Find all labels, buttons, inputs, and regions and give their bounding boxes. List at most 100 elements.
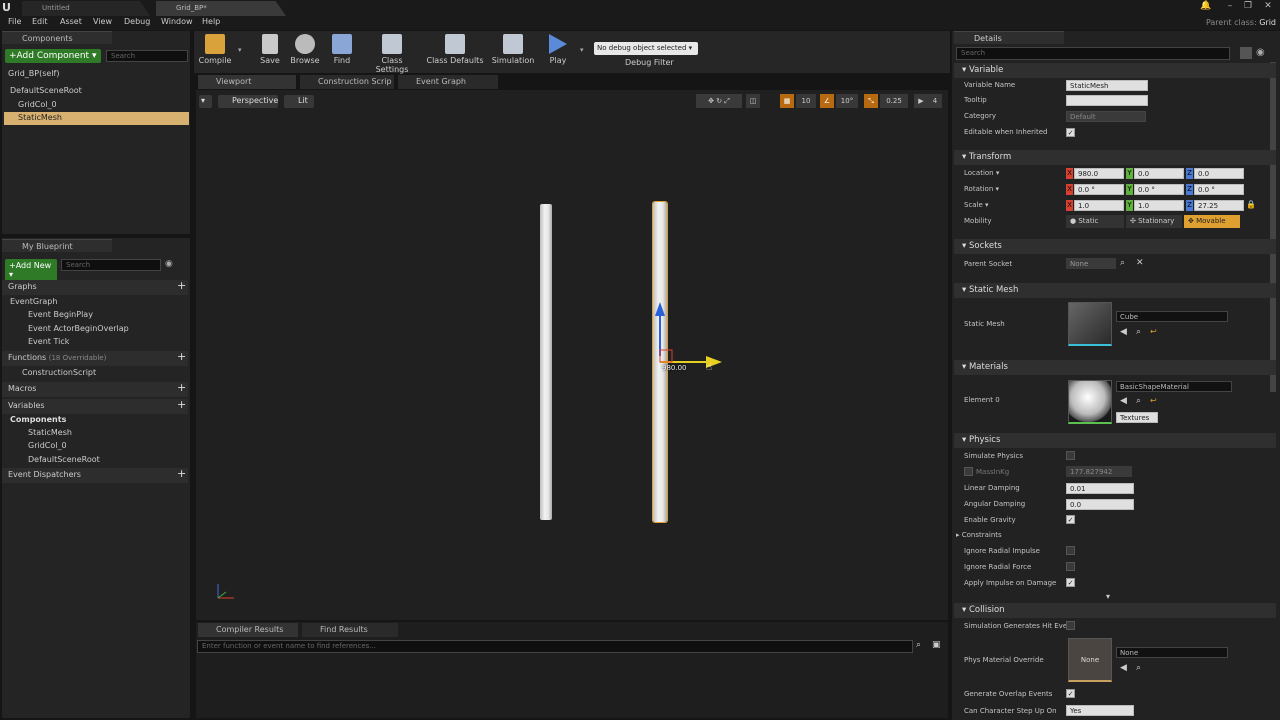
world-local-icon[interactable]: ◫ (746, 94, 760, 108)
menu-asset[interactable]: Asset (60, 17, 82, 26)
notification-icon[interactable]: 🔔 (1198, 0, 1214, 12)
mass-override-checkbox[interactable] (964, 467, 973, 476)
clear-icon[interactable]: ✕ (1136, 258, 1144, 268)
material-dropdown[interactable]: BasicShapeMaterial (1116, 381, 1232, 392)
gizmo-z-arrow-icon[interactable] (655, 302, 665, 316)
tab-event-graph[interactable]: Event Graph (398, 75, 498, 89)
phys-material-dropdown[interactable]: None (1116, 647, 1228, 658)
reset-icon[interactable]: ↩ (1150, 327, 1157, 336)
my-blueprint-tab[interactable]: My Blueprint (2, 239, 112, 252)
static-mesh-section[interactable]: ▾ Static Mesh (954, 283, 1276, 298)
tooltip-input[interactable] (1066, 95, 1148, 106)
variables-section[interactable]: Variables (2, 399, 188, 414)
components-tab[interactable]: Components (2, 31, 112, 44)
perspective-button[interactable]: Perspective (218, 95, 278, 108)
menu-help[interactable]: Help (202, 17, 220, 26)
class-settings-button[interactable]: Class Settings (364, 34, 420, 74)
sim-hit-checkbox[interactable] (1066, 621, 1075, 630)
details-scrollbar[interactable] (1270, 62, 1276, 392)
add-dispatcher-icon[interactable]: + (177, 468, 186, 479)
find-button[interactable]: Find (328, 34, 356, 72)
use-selected-icon[interactable]: ◀ (1120, 327, 1127, 337)
menu-window[interactable]: Window (161, 17, 193, 26)
location-x-input[interactable]: 980.0 (1074, 168, 1124, 179)
camera-speed-value[interactable]: 4 (928, 94, 942, 108)
scale-x-input[interactable]: 1.0 (1074, 200, 1124, 211)
search-icon[interactable]: ⌕ (916, 640, 921, 650)
grid-column-mesh[interactable] (540, 204, 552, 520)
mobility-static-option[interactable]: ● Static (1066, 215, 1124, 228)
maximize-button[interactable]: ❐ (1240, 0, 1256, 12)
tree-static-mesh-selected[interactable]: StaticMesh (4, 112, 189, 125)
functions-section[interactable]: Functions (18 Overridable) (2, 351, 188, 366)
parent-class-value[interactable]: Grid (1259, 18, 1276, 27)
linear-damping-input[interactable]: 0.01 (1066, 483, 1134, 494)
browse-button[interactable]: Browse (288, 34, 322, 72)
play-options-icon[interactable]: ▾ (580, 46, 584, 54)
eye-icon[interactable]: ◉ (1256, 47, 1268, 59)
collision-section[interactable]: ▾ Collision (954, 603, 1276, 618)
scale-snap-value[interactable]: 0.25 (880, 94, 908, 108)
tab-viewport[interactable]: Viewport (198, 75, 296, 89)
generate-overlap-checkbox[interactable]: ✓ (1066, 689, 1075, 698)
graphs-section[interactable]: Graphs (2, 280, 188, 295)
browse-icon[interactable]: ⌕ (1136, 327, 1141, 337)
add-macro-icon[interactable]: + (177, 382, 186, 393)
reset-icon[interactable]: ↩ (1150, 396, 1157, 405)
menu-debug[interactable]: Debug (124, 17, 150, 26)
viewport[interactable] (196, 90, 948, 620)
global-search-icon[interactable]: ▣ (932, 640, 941, 650)
variable-static-mesh[interactable]: StaticMesh (28, 428, 72, 437)
mobility-stationary-option[interactable]: ✣ Stationary (1126, 215, 1182, 228)
add-component-button[interactable]: +Add Component ▾ (5, 49, 101, 63)
constraints-expander[interactable]: ▸ Constraints (956, 531, 1002, 539)
tab-find-results[interactable]: Find Results (302, 623, 398, 637)
angular-damping-input[interactable]: 0.0 (1066, 499, 1134, 510)
event-tick[interactable]: Event Tick (28, 337, 69, 346)
material-thumbnail[interactable] (1068, 380, 1112, 424)
use-selected-icon[interactable]: ◀ (1120, 396, 1127, 406)
add-function-icon[interactable]: + (177, 351, 186, 362)
construction-script-item[interactable]: ConstructionScript (22, 368, 96, 377)
class-defaults-button[interactable]: Class Defaults (426, 34, 484, 72)
menu-file[interactable]: File (8, 17, 21, 26)
editable-inherited-checkbox[interactable]: ✓ (1066, 128, 1075, 137)
browse-icon[interactable]: ⌕ (1136, 663, 1141, 673)
components-search-input[interactable]: Search (106, 50, 188, 62)
debug-object-select[interactable]: No debug object selected ▾ (594, 42, 698, 55)
location-y-input[interactable]: 0.0 (1134, 168, 1184, 179)
search-icon[interactable]: ⌕ (1120, 258, 1125, 268)
variable-components-label[interactable]: Components (10, 415, 66, 424)
property-matrix-icon[interactable] (1240, 47, 1252, 59)
browse-icon[interactable]: ⌕ (1136, 396, 1141, 406)
details-search-input[interactable]: Search (956, 47, 1230, 60)
add-variable-icon[interactable]: + (177, 399, 186, 410)
menu-edit[interactable]: Edit (32, 17, 48, 26)
parent-socket-input[interactable]: None (1066, 258, 1116, 269)
play-button[interactable]: Play (542, 34, 574, 72)
mobility-movable-option[interactable]: ✥ Movable (1184, 215, 1240, 228)
macros-section[interactable]: Macros (2, 382, 188, 397)
rotation-snap-icon[interactable]: ∠ (820, 94, 834, 108)
advanced-expand-icon[interactable]: ▾ (1106, 592, 1110, 601)
ignore-radial-force-checkbox[interactable] (1066, 562, 1075, 571)
menu-view[interactable]: View (93, 17, 112, 26)
scale-z-input[interactable]: 27.25 (1194, 200, 1244, 211)
minimize-button[interactable]: – (1222, 0, 1238, 12)
mass-input[interactable]: 177.827942 (1066, 466, 1132, 477)
add-new-button[interactable]: +Add New ▾ (5, 259, 57, 281)
tree-gridcol-0[interactable]: GridCol_0 (18, 100, 57, 109)
scale-snap-icon[interactable]: ⤡ (864, 94, 878, 108)
rotation-y-input[interactable]: 0.0 ° (1134, 184, 1184, 195)
scale-label[interactable]: Scale ▾ (964, 201, 989, 209)
phys-material-thumbnail[interactable]: None (1068, 638, 1112, 682)
apply-impulse-damage-checkbox[interactable]: ✓ (1066, 578, 1075, 587)
sockets-section[interactable]: ▾ Sockets (954, 239, 1276, 254)
mesh-thumbnail[interactable] (1068, 302, 1112, 346)
location-z-input[interactable]: 0.0 (1194, 168, 1244, 179)
rotation-z-input[interactable]: 0.0 ° (1194, 184, 1244, 195)
viewport-options-icon[interactable]: ▾ (199, 95, 212, 108)
use-selected-icon[interactable]: ◀ (1120, 663, 1127, 673)
camera-speed-icon[interactable]: ▶ (914, 94, 928, 108)
variable-gridcol-0[interactable]: GridCol_0 (28, 441, 67, 450)
